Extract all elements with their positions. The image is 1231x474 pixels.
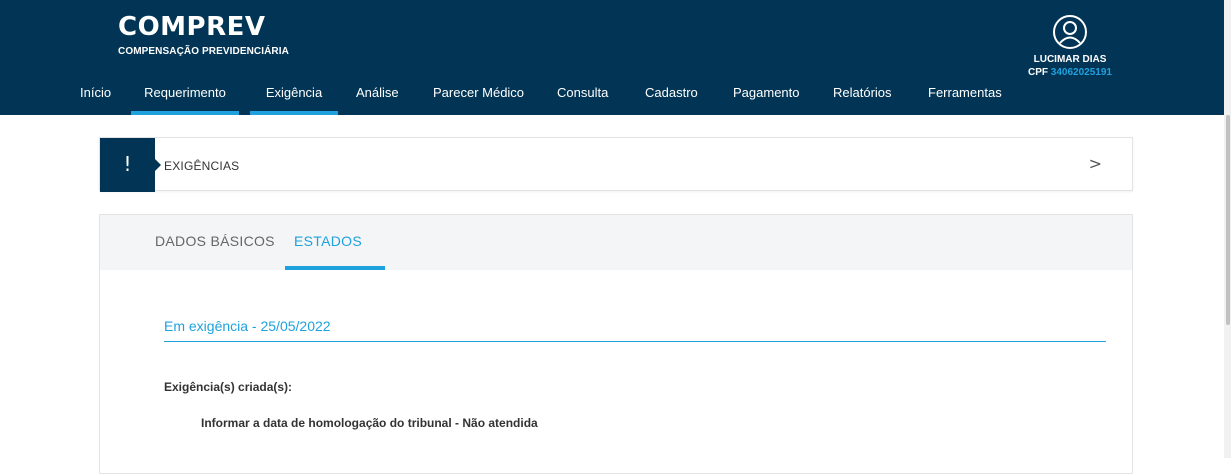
- active-tab-indicator: [285, 266, 385, 270]
- exclamation-icon: !: [100, 138, 161, 192]
- user-cpf: CPF 34062025191: [995, 67, 1145, 78]
- nav-analise[interactable]: Análise: [356, 77, 399, 115]
- tab-estados[interactable]: ESTADOS: [294, 233, 362, 249]
- tab-dados-basicos[interactable]: DADOS BÁSICOS: [155, 233, 275, 249]
- created-requirements-label: Exigência(s) criada(s):: [164, 380, 293, 394]
- status-divider: [164, 341, 1106, 342]
- nav-relatorios[interactable]: Relatórios: [833, 77, 892, 115]
- brand-name: COMPREV: [118, 12, 266, 42]
- user-menu[interactable]: LUCIMAR DIAS CPF 34062025191: [995, 14, 1145, 78]
- requirement-item: Informar a data de homologação do tribun…: [201, 416, 538, 430]
- nav-parecer-medico[interactable]: Parecer Médico: [433, 77, 524, 115]
- brand-subtitle: COMPENSAÇÃO PREVIDENCIÁRIA: [118, 46, 289, 57]
- nav-consulta[interactable]: Consulta: [557, 77, 608, 115]
- nav-requerimento[interactable]: Requerimento: [131, 77, 239, 115]
- chevron-right-icon[interactable]: >: [1089, 154, 1102, 173]
- user-icon: [1053, 15, 1087, 49]
- cpf-label: CPF: [1028, 67, 1049, 78]
- scrollbar-thumb[interactable]: [1226, 115, 1230, 325]
- nav-cadastro[interactable]: Cadastro: [645, 77, 698, 115]
- tab-bar: DADOS BÁSICOS ESTADOS: [100, 215, 1132, 270]
- panel-title: EXIGÊNCIAS: [164, 159, 240, 173]
- status-heading: Em exigência - 25/05/2022: [164, 318, 331, 334]
- user-name: LUCIMAR DIAS: [1033, 54, 1107, 65]
- nav-inicio[interactable]: Início: [80, 77, 111, 115]
- nav-exigencia[interactable]: Exigência: [250, 77, 338, 115]
- nav-pagamento[interactable]: Pagamento: [733, 77, 800, 115]
- details-card: DADOS BÁSICOS ESTADOS Em exigência - 25/…: [99, 214, 1133, 474]
- brand[interactable]: COMPREV COMPENSAÇÃO PREVIDENCIÁRIA: [118, 12, 289, 57]
- top-header: COMPREV COMPENSAÇÃO PREVIDENCIÁRIA Iníci…: [0, 0, 1224, 115]
- exigencias-panel[interactable]: ! EXIGÊNCIAS >: [99, 137, 1133, 192]
- cpf-number: 34062025191: [1050, 67, 1112, 78]
- nav-ferramentas[interactable]: Ferramentas: [928, 77, 1002, 115]
